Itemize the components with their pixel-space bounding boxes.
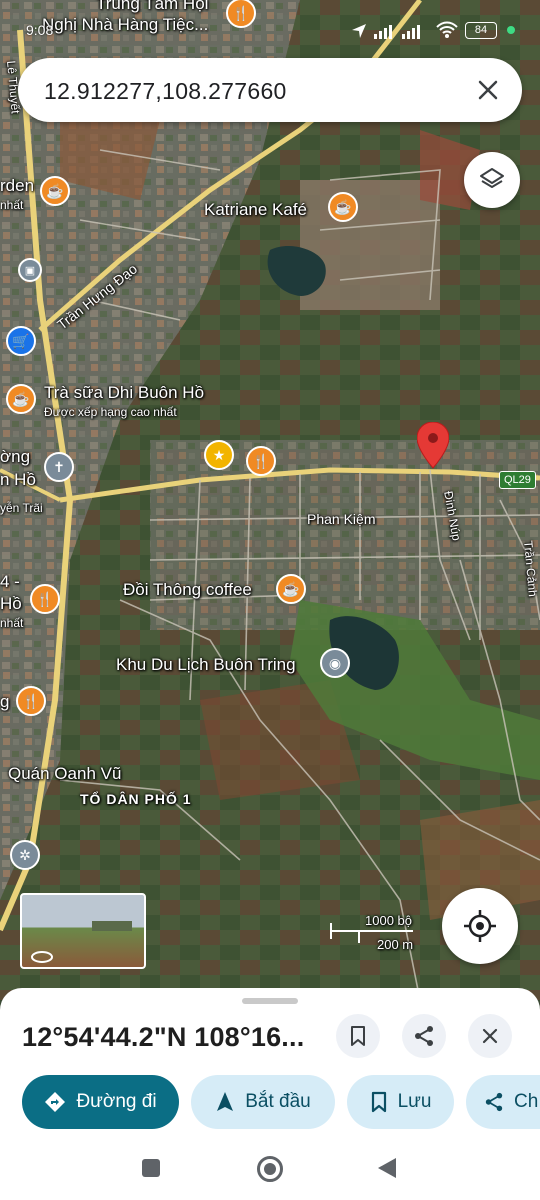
- signal-icon: [374, 25, 420, 39]
- poi-label-tra-sua[interactable]: Trà sữa Dhi Buôn Hồ: [44, 383, 204, 403]
- poi-label-ho[interactable]: n Hồ: [0, 470, 36, 490]
- poi-sublabel-tra-sua: Được xếp hạng cao nhất: [44, 405, 177, 419]
- poi-label-doi-thong[interactable]: Đồi Thông coffee: [123, 580, 252, 600]
- area-label-to-dan-pho: TỔ DÂN PHỐ 1: [80, 791, 192, 807]
- share-icon: [415, 1026, 433, 1046]
- poi-label-katriane[interactable]: Katriane Kafé: [204, 200, 307, 220]
- active-dot-icon: [507, 26, 515, 34]
- directions-button[interactable]: Đường đi: [22, 1075, 179, 1129]
- bookmark-icon: [351, 1026, 365, 1046]
- status-time: 9:08: [26, 22, 54, 38]
- poi-label-left-ho2[interactable]: Hồ: [0, 594, 22, 614]
- restaurant-icon[interactable]: 🍴: [246, 446, 276, 476]
- poi-label-khu-du-lich[interactable]: Khu Du Lịch Buôn Tring: [116, 655, 296, 675]
- home-dot: [264, 1163, 276, 1175]
- close-icon: [482, 1028, 498, 1044]
- battery-icon: 84: [465, 22, 497, 39]
- attraction-icon[interactable]: ◉: [320, 648, 350, 678]
- back-icon[interactable]: [376, 1156, 398, 1180]
- share-chip-label: Ch: [514, 1091, 539, 1112]
- layers-icon: [480, 168, 504, 188]
- street-view-thumbnail[interactable]: [20, 893, 146, 969]
- save-label: Lưu: [397, 1091, 432, 1112]
- status-bar: 9:08 84: [0, 0, 540, 40]
- my-location-button[interactable]: [442, 888, 518, 964]
- close-sheet-button[interactable]: [468, 1014, 512, 1058]
- cafe-icon[interactable]: ☕: [276, 574, 306, 604]
- road-label-nguyen-trai: yễn Trãi: [0, 501, 43, 515]
- church-icon[interactable]: ✝: [44, 452, 74, 482]
- recents-icon[interactable]: [142, 1159, 160, 1177]
- start-label: Bắt đầu: [245, 1091, 311, 1112]
- close-icon[interactable]: [472, 74, 504, 106]
- coordinates-title: 12°54'44.2"N 108°16...: [22, 1022, 305, 1052]
- start-button[interactable]: Bắt đầu: [191, 1075, 335, 1129]
- poi-label-left-4[interactable]: 4 -: [0, 572, 20, 592]
- directions-label: Đường đi: [76, 1091, 157, 1112]
- drag-handle[interactable]: [242, 998, 298, 1004]
- save-button[interactable]: Lưu: [347, 1075, 454, 1129]
- system-nav-bar: [0, 1140, 540, 1200]
- poi-sublabel-left-nhat: nhất: [0, 616, 24, 630]
- shopping-cart-icon[interactable]: 🛒: [6, 326, 36, 356]
- highway-shield-ql29: QL29: [499, 471, 536, 489]
- star-icon[interactable]: ★: [204, 440, 234, 470]
- gear-icon[interactable]: ✲: [10, 840, 40, 870]
- restaurant-icon[interactable]: 🍴: [30, 584, 60, 614]
- map-view[interactable]: Trung Tâm Hội Nghị Nhà Hàng Tiệc... Lê T…: [0, 0, 540, 1000]
- share-chip-button[interactable]: Ch: [466, 1075, 540, 1129]
- navigation-arrow-icon: [352, 24, 366, 38]
- home-icon[interactable]: [257, 1156, 283, 1182]
- poi-label-truong[interactable]: ờng: [0, 447, 30, 467]
- save-bookmark-button[interactable]: [336, 1014, 380, 1058]
- share-button[interactable]: [402, 1014, 446, 1058]
- street-view-icon: [31, 921, 132, 963]
- crosshair-icon: [464, 910, 496, 942]
- bookmark-icon: [371, 1091, 386, 1113]
- road-label-phan-kiem: Phan Kiệm: [307, 511, 376, 527]
- cafe-icon[interactable]: ☕: [6, 384, 36, 414]
- poi-label-left-g[interactable]: g: [0, 692, 9, 712]
- scale-label-feet: 1000 bộ: [365, 913, 412, 928]
- poi-label-quan-oanh-vu[interactable]: Quán Oanh Vũ: [8, 764, 121, 784]
- navigation-arrow-icon: [217, 1092, 234, 1111]
- search-bar[interactable]: 12.912277,108.277660: [18, 58, 522, 122]
- wifi-icon: [436, 21, 458, 38]
- dropped-pin-icon[interactable]: [417, 422, 449, 470]
- cafe-icon[interactable]: ☕: [40, 176, 70, 206]
- battery-level: 84: [474, 24, 488, 36]
- share-icon: [485, 1092, 503, 1112]
- scale-label-meters: 200 m: [377, 937, 414, 952]
- bus-stop-icon[interactable]: ▣: [18, 258, 42, 282]
- poi-sublabel-garden: nhất: [0, 198, 24, 212]
- directions-icon: [45, 1092, 66, 1112]
- layers-button[interactable]: [464, 152, 520, 208]
- poi-label-garden[interactable]: rden: [0, 176, 34, 196]
- cafe-icon[interactable]: ☕: [328, 192, 358, 222]
- satellite-imagery: [0, 0, 540, 1000]
- scale-bar: 1000 bộ 200 m: [327, 913, 419, 955]
- search-query[interactable]: 12.912277,108.277660: [44, 78, 287, 105]
- restaurant-icon[interactable]: 🍴: [16, 686, 46, 716]
